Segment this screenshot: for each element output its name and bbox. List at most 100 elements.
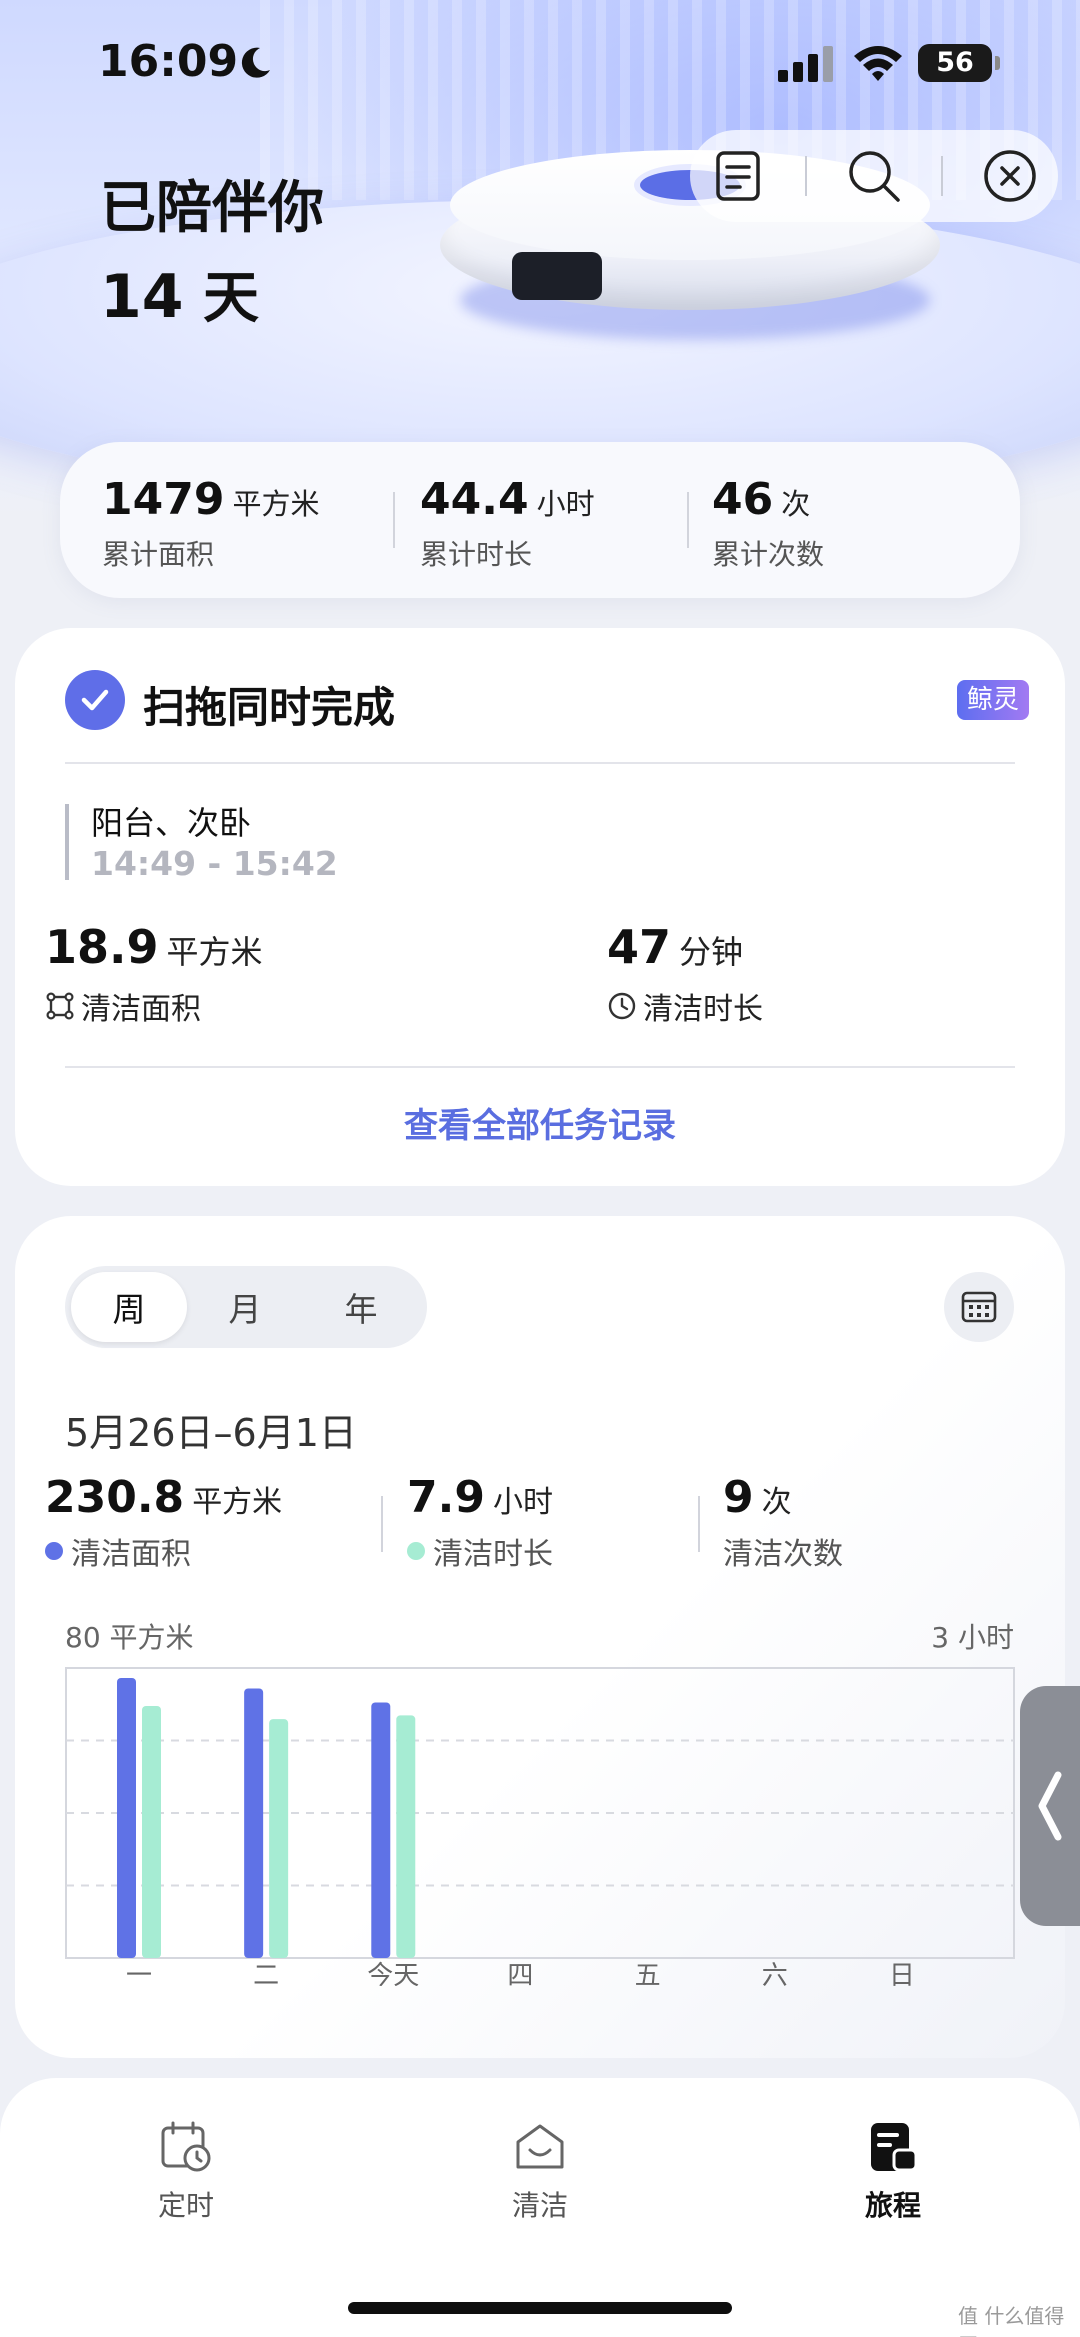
nav-label: 清洁 xyxy=(511,2189,568,2222)
task-duration-metric: 47 分钟 清洁时长 xyxy=(607,920,763,1028)
companion-days-unit: 天 xyxy=(203,266,259,331)
area-icon xyxy=(46,992,74,1020)
signal-icon xyxy=(778,46,833,82)
companion-days-number: 14 xyxy=(100,262,184,332)
task-title: 扫拖同时完成 xyxy=(143,683,396,732)
duration-legend-dot xyxy=(407,1542,425,1560)
stat-label-text: 清洁时长 xyxy=(433,1537,553,1572)
weekly-bar-chart: 一 二 今天 四 五 六 日 xyxy=(65,1667,1015,1986)
companion-line1: 已陪伴你 xyxy=(100,176,324,241)
last-task-card[interactable]: 扫拖同时完成 鲸灵 阳台、次卧 14:49 - 15:42 18.9 平方米 清洁… xyxy=(15,628,1065,1186)
stat-label: 累计面积 xyxy=(102,538,215,571)
stat-value: 46 xyxy=(712,474,774,525)
action-separator xyxy=(805,156,808,196)
task-time-range: 14:49 - 15:42 xyxy=(91,844,338,883)
view-all-records-link[interactable]: 查看全部任务记录 xyxy=(15,1098,1065,1147)
document-icon xyxy=(716,151,761,201)
stat-total-area: 1479 平方米 累计面积 xyxy=(102,474,319,573)
calendar-icon xyxy=(961,1291,997,1323)
stat-total-count: 46 次 累计次数 xyxy=(712,474,824,573)
chart-x-tick-label: 二 xyxy=(253,1961,279,1986)
chart-x-tick-label: 五 xyxy=(635,1961,661,1986)
side-drawer-handle[interactable] xyxy=(1020,1686,1080,1926)
stat-divider xyxy=(687,492,689,548)
chart-x-tick-label: 一 xyxy=(126,1961,152,1986)
task-area-metric: 18.9 平方米 清洁面积 xyxy=(45,920,263,1028)
task-rooms: 阳台、次卧 xyxy=(91,804,252,842)
room-accent-bar xyxy=(65,804,69,880)
week-count-stat: 9次 清洁次数 xyxy=(723,1472,843,1573)
stat-divider xyxy=(698,1496,700,1552)
stat-unit: 平方米 xyxy=(192,1485,283,1520)
divider xyxy=(65,762,1015,764)
stat-value: 7.9 xyxy=(407,1472,485,1523)
companion-days: 已陪伴你 14 天 xyxy=(100,165,324,343)
home-clean-icon xyxy=(516,2124,564,2169)
chart-x-tick-label: 日 xyxy=(889,1961,915,1986)
stat-unit: 小时 xyxy=(536,487,595,521)
tab-month[interactable]: 月 xyxy=(187,1272,303,1342)
stat-unit: 小时 xyxy=(492,1485,553,1520)
home-indicator xyxy=(348,2302,732,2314)
close-button[interactable] xyxy=(980,146,1040,206)
stat-label-text: 清洁次数 xyxy=(723,1537,843,1572)
nav-label: 旅程 xyxy=(864,2189,921,2222)
chart-x-tick-label: 今天 xyxy=(367,1961,419,1986)
stat-unit: 次 xyxy=(761,1485,792,1520)
stat-label-text: 清洁面积 xyxy=(71,1537,191,1572)
metric-label: 清洁面积 xyxy=(45,984,263,1028)
check-circle-icon xyxy=(65,670,125,730)
stat-divider xyxy=(393,492,395,548)
chart-bar-area xyxy=(371,1702,391,1958)
date-range: 5月26日–6月1日 xyxy=(65,1411,357,1455)
stat-unit: 平方米 xyxy=(232,487,320,521)
bottom-navigation: 定时 清洁 旅程 xyxy=(0,2078,1080,2337)
nav-label: 定时 xyxy=(157,2189,214,2222)
cumulative-stats-card: 1479 平方米 累计面积 44.4 小时 累计时长 46 次 累计次数 xyxy=(60,442,1020,598)
stat-label: 清洁次数 xyxy=(723,1529,843,1573)
clock-icon xyxy=(608,992,636,1020)
close-icon xyxy=(983,150,1036,202)
metric-label: 清洁时长 xyxy=(607,984,763,1028)
journey-icon xyxy=(871,2123,918,2172)
battery-indicator: 56 xyxy=(918,44,992,82)
chart-right-axis-label: 3 小时 xyxy=(931,1621,1014,1654)
metric-unit: 分钟 xyxy=(679,933,744,971)
stat-label: 清洁时长 xyxy=(407,1529,553,1573)
metric-value: 47 xyxy=(607,920,672,974)
chart-x-tick-label: 六 xyxy=(762,1961,788,1986)
chart-bar-area xyxy=(244,1688,264,1958)
stat-label: 累计次数 xyxy=(712,538,825,571)
chart-bar-area xyxy=(117,1678,136,1958)
stat-value: 1479 xyxy=(102,474,225,525)
nav-journey[interactable]: 旅程 xyxy=(813,2116,973,2224)
stat-divider xyxy=(381,1496,383,1552)
stat-value: 9 xyxy=(723,1472,754,1523)
stat-total-duration: 44.4 小时 累计时长 xyxy=(420,474,595,573)
tab-year[interactable]: 年 xyxy=(303,1272,419,1342)
metric-label-text: 清洁时长 xyxy=(643,992,763,1027)
search-button[interactable] xyxy=(844,146,904,206)
metric-unit: 平方米 xyxy=(166,933,263,971)
chart-x-tick-label: 四 xyxy=(507,1961,533,1986)
stat-label: 累计时长 xyxy=(420,538,533,571)
period-segmented-control: 周 月 年 xyxy=(65,1266,427,1348)
status-bar: 16:09 56 xyxy=(0,0,1080,130)
nav-clean[interactable]: 清洁 xyxy=(460,2116,620,2224)
search-icon xyxy=(849,151,900,202)
chart-bar-duration xyxy=(396,1715,416,1958)
stat-value: 44.4 xyxy=(420,474,529,525)
robot-window xyxy=(512,252,602,300)
brand-badge: 鲸灵 xyxy=(957,680,1029,720)
calendar-button[interactable] xyxy=(944,1272,1014,1342)
battery-tip xyxy=(995,56,1000,70)
area-legend-dot xyxy=(45,1542,63,1560)
tab-week[interactable]: 周 xyxy=(71,1272,187,1342)
schedule-icon xyxy=(161,2121,211,2172)
chevron-left-icon xyxy=(1038,1771,1062,1841)
chart-bar-duration xyxy=(269,1719,289,1958)
nav-schedule[interactable]: 定时 xyxy=(106,2116,266,2224)
records-button[interactable] xyxy=(708,146,768,206)
wifi-icon xyxy=(854,46,902,81)
chart-bar-duration xyxy=(142,1706,161,1958)
